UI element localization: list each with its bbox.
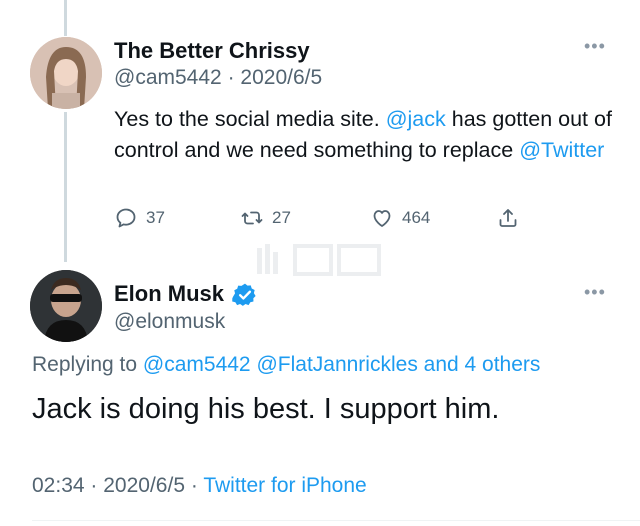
tweet-time[interactable]: 02:34: [32, 474, 85, 497]
tweet-text: Yes to the social media site. @jack has …: [114, 104, 624, 166]
share-icon: [499, 209, 517, 227]
author-handle-date: @cam5442 · 2020/6/5: [114, 66, 322, 90]
avatar-elon[interactable]: [30, 270, 102, 342]
tweet-text-part: Yes to the social media site.: [114, 107, 386, 131]
reply-mentions-link[interactable]: @cam5442 @FlatJannrickles and 4 others: [143, 353, 541, 376]
tweet-date[interactable]: 2020/6/5: [240, 66, 322, 89]
verified-badge-icon: [232, 283, 256, 306]
separator: ·: [190, 474, 198, 497]
retweet-button[interactable]: 27: [240, 206, 291, 230]
reply-button[interactable]: 37: [114, 206, 165, 230]
reply-icon: [116, 208, 136, 228]
mention-jack[interactable]: @jack: [386, 107, 446, 131]
replying-to: Replying to @cam5442 @FlatJannrickles an…: [32, 353, 540, 377]
tweet-source-link[interactable]: Twitter for iPhone: [203, 474, 366, 497]
divider: [32, 520, 640, 521]
separator: ·: [227, 66, 235, 89]
mention-twitter[interactable]: @Twitter: [519, 138, 604, 162]
retweet-icon: [241, 211, 263, 225]
replying-prefix: Replying to: [32, 353, 143, 376]
share-button[interactable]: [496, 206, 520, 230]
author-handle[interactable]: @cam5442: [114, 66, 222, 89]
tweet-meta: 02:34 · 2020/6/5 · Twitter for iPhone: [32, 474, 367, 498]
watermark-logo: [257, 244, 381, 276]
tweet-date[interactable]: 2020/6/5: [103, 474, 185, 497]
main-author-handle[interactable]: @elonmusk: [114, 310, 225, 334]
retweet-count: 27: [272, 208, 291, 227]
like-count: 464: [402, 208, 431, 227]
main-author-name[interactable]: Elon Musk: [114, 281, 224, 307]
more-dots-icon[interactable]: •••: [584, 36, 606, 57]
separator: ·: [90, 474, 98, 497]
thread-connector-top: [64, 0, 67, 36]
author-name[interactable]: The Better Chrissy: [114, 38, 310, 64]
tweet-actions: 37 27 464: [114, 206, 534, 232]
thread-connector: [64, 112, 67, 262]
more-dots-icon[interactable]: •••: [584, 282, 606, 303]
main-tweet-text: Jack is doing his best. I support him.: [32, 393, 500, 425]
reply-count: 37: [146, 208, 165, 227]
avatar-chrissy[interactable]: [30, 37, 102, 109]
heart-icon: [373, 210, 391, 227]
like-button[interactable]: 464: [370, 206, 430, 230]
